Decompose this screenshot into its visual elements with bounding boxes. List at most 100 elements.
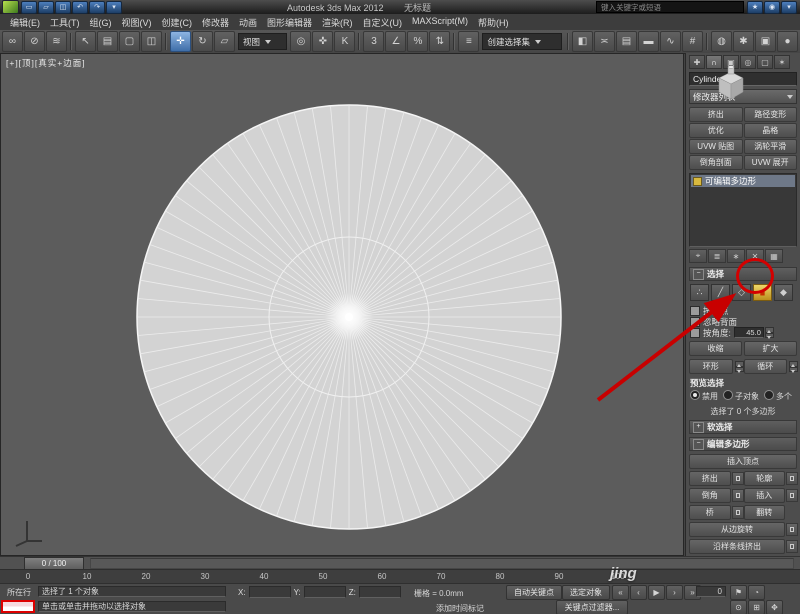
show-end-result-icon[interactable]: ≣: [708, 249, 726, 263]
viewport-label[interactable]: [+][顶][真实+边面]: [6, 57, 86, 69]
schematic-view-icon[interactable]: #: [682, 31, 703, 52]
z-coordinate-field[interactable]: [359, 586, 401, 598]
app-logo-icon[interactable]: [2, 0, 19, 14]
insert-vertex-button[interactable]: 插入顶点: [689, 454, 797, 469]
workspace-dropdown-icon[interactable]: ▾: [106, 1, 122, 14]
maxscript-mini-listener[interactable]: [1, 600, 35, 613]
ribbon-toggle-icon[interactable]: ▬: [638, 31, 659, 52]
select-and-scale-icon[interactable]: ▱: [214, 31, 235, 52]
key-mode-toggle-icon[interactable]: ⚑: [730, 585, 747, 600]
next-frame-icon[interactable]: ›: [666, 585, 683, 600]
edge-mode-icon[interactable]: ╱: [711, 284, 730, 301]
modifier-button[interactable]: 倒角剖面: [689, 155, 743, 170]
snap-toggle-3d-icon[interactable]: 3: [363, 31, 384, 52]
modifier-button[interactable]: 优化: [689, 123, 743, 138]
tab-utilities-icon[interactable]: ✶: [774, 55, 790, 69]
previous-frame-icon[interactable]: ‹: [630, 585, 647, 600]
angle-snap-icon[interactable]: ∠: [385, 31, 406, 52]
help-favorites-icon[interactable]: ▾: [781, 1, 797, 14]
named-selection-set-dropdown[interactable]: 创建选择集: [482, 33, 562, 50]
search-input[interactable]: 键入关键字或短语: [596, 1, 744, 13]
render-setup-icon[interactable]: ✱: [733, 31, 754, 52]
extrude-spline-settings-icon[interactable]: [786, 540, 798, 553]
track-bar[interactable]: 0102030405060708090100: [0, 569, 800, 584]
play-icon[interactable]: ▶: [648, 585, 665, 600]
infocenter-star-icon[interactable]: ★: [747, 1, 763, 14]
time-slider-track[interactable]: [90, 558, 794, 569]
selected-only-button[interactable]: 选定对象: [562, 585, 610, 600]
checkbox-icon[interactable]: [690, 306, 700, 316]
select-and-rotate-icon[interactable]: ↻: [192, 31, 213, 52]
rollout-edit-polygons[interactable]: − 编辑多边形: [689, 437, 797, 451]
y-coordinate-field[interactable]: [304, 586, 346, 598]
key-filters-button[interactable]: 关键点过滤器...: [556, 600, 628, 614]
layer-manager-icon[interactable]: ▤: [616, 31, 637, 52]
mirror-icon[interactable]: ◧: [572, 31, 593, 52]
keyboard-override-icon[interactable]: K: [334, 31, 355, 52]
x-coordinate-field[interactable]: [249, 586, 291, 598]
rollout-soft-selection[interactable]: + 软选择: [689, 420, 797, 434]
bevel-button[interactable]: 倒角: [689, 488, 731, 503]
collapse-icon[interactable]: −: [693, 269, 704, 280]
rectangular-selection-region-icon[interactable]: ▢: [119, 31, 140, 52]
select-by-name-icon[interactable]: ▤: [97, 31, 118, 52]
border-mode-icon[interactable]: ◇: [732, 284, 751, 301]
radio-icon[interactable]: [723, 390, 733, 400]
extrude-button[interactable]: 挤出: [689, 471, 731, 486]
menu-item[interactable]: 动画: [234, 14, 262, 31]
remove-modifier-icon[interactable]: ✕: [746, 249, 764, 263]
curve-editor-icon[interactable]: ∿: [660, 31, 681, 52]
auto-key-button[interactable]: 自动关键点: [506, 585, 562, 600]
reference-coordinate-dropdown[interactable]: 视图: [238, 33, 287, 50]
add-time-tag-button[interactable]: 添加时间标记: [436, 603, 484, 614]
grow-button[interactable]: 扩大: [744, 341, 797, 356]
bind-to-space-warp-icon[interactable]: ≋: [46, 31, 67, 52]
preview-multiple-radio[interactable]: 多个: [764, 390, 792, 402]
menu-item[interactable]: 编辑(E): [5, 14, 45, 31]
material-editor-icon[interactable]: ◍: [711, 31, 732, 52]
select-and-manipulate-icon[interactable]: ✜: [312, 31, 333, 52]
outline-button[interactable]: 轮廓: [744, 471, 786, 486]
ring-spinner[interactable]: [735, 361, 744, 372]
spinner-snap-icon[interactable]: ⇅: [429, 31, 450, 52]
configure-modifier-sets-icon[interactable]: ▦: [765, 249, 783, 263]
collapse-icon[interactable]: −: [693, 439, 704, 450]
checkbox-icon[interactable]: [690, 317, 700, 327]
by-vertex-checkbox[interactable]: 按顶点: [690, 305, 797, 316]
menu-item[interactable]: 组(G): [85, 14, 117, 31]
rendered-frame-window-icon[interactable]: ▣: [755, 31, 776, 52]
menu-item[interactable]: 视图(V): [117, 14, 157, 31]
top-viewport[interactable]: [+][顶][真实+边面]: [0, 53, 684, 556]
preview-disable-radio[interactable]: 禁用: [690, 390, 718, 402]
angle-spinner[interactable]: [765, 327, 774, 338]
make-unique-icon[interactable]: ∗: [727, 249, 745, 263]
modifier-button[interactable]: 挤出: [689, 107, 743, 122]
inset-button[interactable]: 插入: [744, 488, 786, 503]
bridge-button[interactable]: 桥: [689, 505, 731, 520]
menu-item[interactable]: 创建(C): [157, 14, 198, 31]
render-production-icon[interactable]: ●: [777, 31, 798, 52]
pan-status-icon[interactable]: ✥: [766, 600, 783, 614]
redo-icon[interactable]: ↷: [89, 1, 105, 14]
select-and-move-icon[interactable]: ✛: [170, 31, 191, 52]
pin-stack-icon[interactable]: ⌖: [689, 249, 707, 263]
isolate-selection-icon[interactable]: ⊙: [730, 600, 747, 614]
percent-snap-icon[interactable]: %: [407, 31, 428, 52]
communication-center-icon[interactable]: ◉: [764, 1, 780, 14]
tab-display-icon[interactable]: ▢: [757, 55, 773, 69]
vertex-mode-icon[interactable]: ∴: [690, 284, 709, 301]
ring-button[interactable]: 环形: [689, 359, 733, 374]
cylinder-top-view[interactable]: [129, 97, 569, 537]
edit-named-selection-sets-icon[interactable]: ≡: [458, 31, 479, 52]
radio-icon[interactable]: [690, 390, 700, 400]
save-file-icon[interactable]: ◫: [55, 1, 71, 14]
menu-item[interactable]: 渲染(R): [317, 14, 358, 31]
loop-spinner[interactable]: [789, 361, 798, 372]
new-scene-icon[interactable]: ▭: [21, 1, 37, 14]
select-and-link-icon[interactable]: ∞: [2, 31, 23, 52]
grid-toggle-icon[interactable]: ⊞: [748, 600, 765, 614]
select-object-icon[interactable]: ↖: [75, 31, 96, 52]
modifier-button[interactable]: 晶格: [744, 123, 798, 138]
menu-item[interactable]: 修改器: [197, 14, 234, 31]
menu-item[interactable]: MAXScript(M): [407, 14, 473, 31]
